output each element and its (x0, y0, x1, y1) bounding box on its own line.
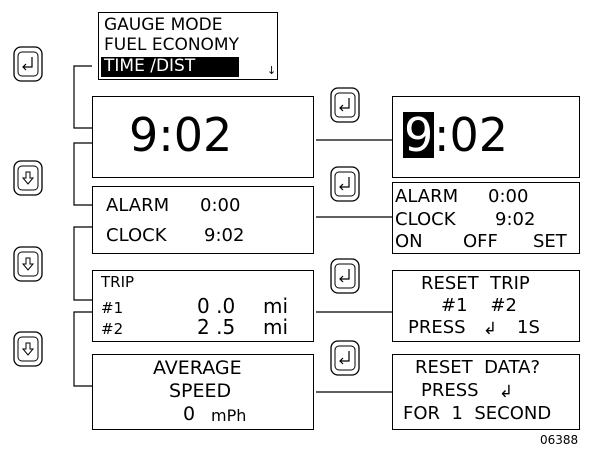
press-label: PRESS (408, 317, 466, 338)
option-on[interactable]: ON (395, 233, 423, 251)
clock-minutes: :02 (434, 108, 509, 162)
figure-id: 06388 (540, 433, 579, 447)
menu-item-fuel-economy[interactable]: FUEL ECONOMY (104, 37, 239, 54)
down-arrow-icon (13, 331, 43, 367)
down-arrow-icon (13, 246, 43, 282)
menu-item-time-dist[interactable]: TIME /DIST (101, 57, 240, 77)
avg-speed-screen: AVERAGE SPEED 0 mPh (92, 354, 314, 430)
avg-value: 0 (183, 403, 196, 425)
clock-screen: 9:02 (92, 96, 314, 178)
down-arrow-icon (13, 160, 43, 196)
reset-trip-title: RESET TRIP (421, 273, 530, 294)
reset-trip-screen: RESET TRIP #1 #2 PRESS ↲ 1S (392, 270, 580, 342)
enter-glyph-icon: ↲ (499, 382, 514, 402)
clock-value: 9:02 (495, 209, 536, 230)
avg-unit: mPh (211, 406, 247, 425)
enter-icon (330, 166, 360, 202)
trip2-unit: mi (263, 315, 289, 339)
trip-screen: TRIP #1 0 .0 mi #2 2 .5 mi (92, 270, 314, 342)
clock-hour-digit-selected: 9 (403, 108, 435, 162)
clock-label: CLOCK (395, 209, 456, 230)
bracket-down3 (73, 311, 92, 387)
scroll-down-icon: ↓ (267, 64, 277, 77)
menu-item-gauge-mode[interactable]: GAUGE MODE (104, 17, 222, 34)
alarm-label: ALARM (106, 195, 170, 216)
bracket-down2 (73, 226, 92, 301)
press-duration: 1S (517, 317, 540, 338)
alarm-clock-screen: ALARM 0:00 CLOCK 9:02 (92, 186, 314, 254)
enter-icon (330, 87, 360, 123)
trip1-value: 0 .0 (197, 294, 236, 318)
clock-edit-screen: 9 :02 (392, 96, 580, 178)
bracket-down1 (73, 142, 92, 206)
down-button-3[interactable] (13, 331, 43, 367)
enter-button-alarm[interactable] (330, 166, 360, 202)
enter-icon (13, 46, 43, 82)
trip1-unit: mi (263, 294, 289, 318)
enter-button-clock[interactable] (330, 87, 360, 123)
enter-button[interactable] (13, 46, 43, 82)
trip-title: TRIP (101, 273, 135, 291)
enter-glyph-icon: ↲ (483, 319, 498, 339)
reset-data-screen: RESET DATA? PRESS ↲ FOR 1 SECOND (392, 354, 580, 430)
alarm-label: ALARM (395, 186, 459, 207)
reset-trip-options: #1 #2 (441, 295, 517, 316)
option-off[interactable]: OFF (463, 233, 498, 251)
avg-line1: AVERAGE (153, 357, 242, 379)
enter-icon (330, 258, 360, 294)
enter-button-avg[interactable] (330, 340, 360, 376)
down-button-2[interactable] (13, 246, 43, 282)
alarm-value: 0:00 (200, 195, 241, 216)
alarm-value: 0:00 (488, 186, 529, 207)
alarm-clock-edit-screen: ALARM 0:00 CLOCK 9:02 ON OFF SET (392, 182, 580, 254)
reset-data-title: RESET DATA? (415, 357, 541, 378)
press-label: PRESS (421, 380, 479, 401)
clock-label: CLOCK (106, 225, 167, 246)
bracket-enter-menu-clock (73, 65, 92, 129)
menu-screen: GAUGE MODE FUEL ECONOMY TIME /DIST ↓ (98, 12, 278, 80)
clock-time: 9:02 (129, 108, 233, 162)
enter-icon (330, 340, 360, 376)
down-button-1[interactable] (13, 160, 43, 196)
option-set[interactable]: SET (533, 233, 567, 251)
avg-line2: SPEED (169, 380, 232, 402)
reset-data-duration: FOR 1 SECOND (403, 403, 552, 424)
enter-button-trip[interactable] (330, 258, 360, 294)
trip2-value: 2 .5 (197, 315, 236, 339)
trip2-label: #2 (101, 320, 124, 338)
trip1-label: #1 (101, 299, 124, 317)
clock-value: 9:02 (204, 225, 245, 246)
